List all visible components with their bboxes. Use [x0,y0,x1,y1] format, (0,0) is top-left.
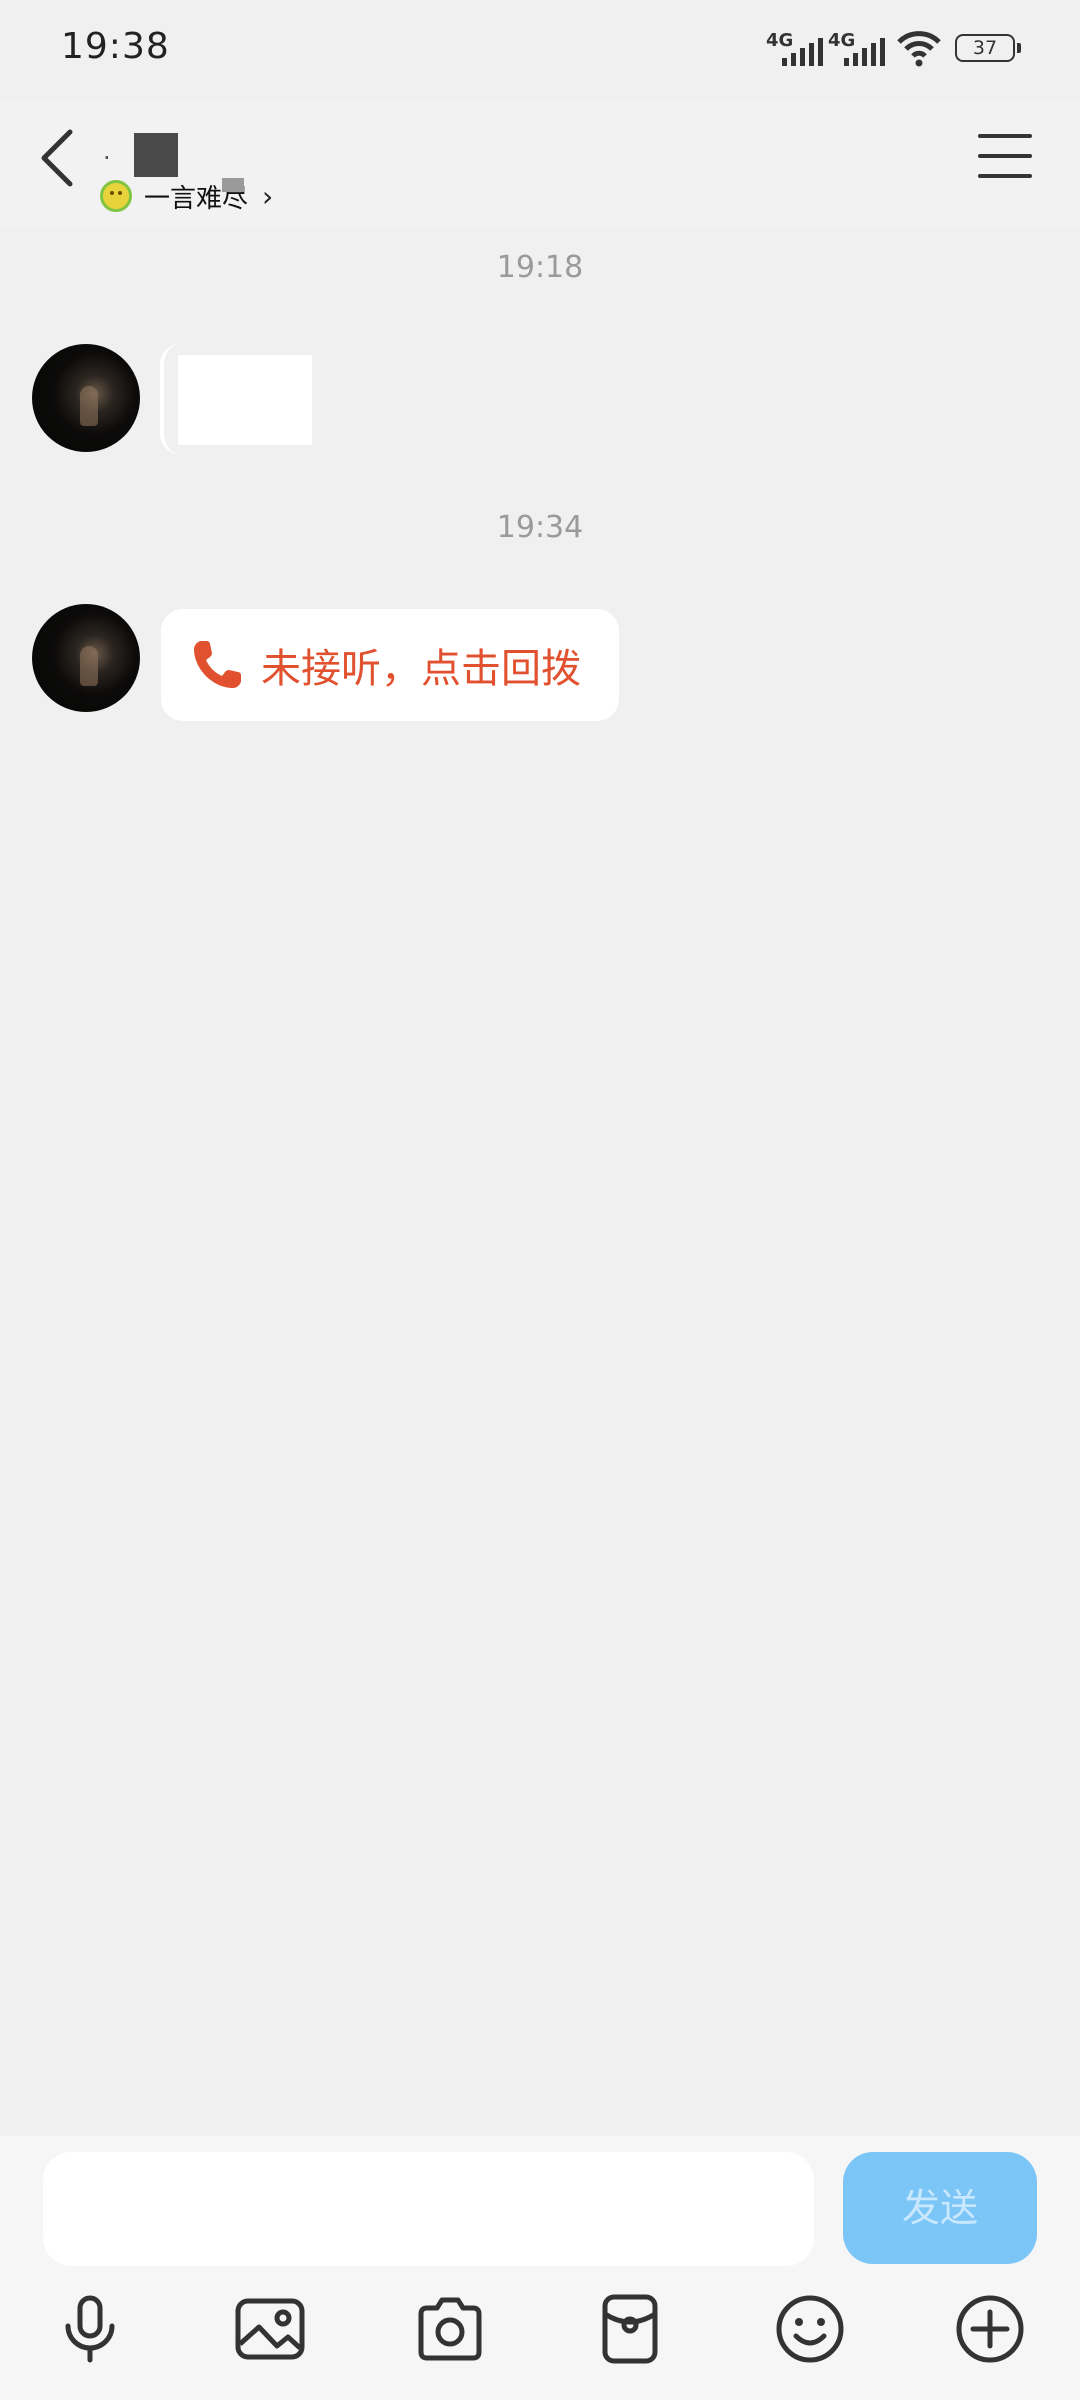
plus-icon[interactable] [953,2292,1027,2366]
input-bar: 发送 [0,2136,1080,2400]
wifi-icon [897,31,941,67]
contact-name[interactable]: · [103,144,111,172]
contact-name-redaction [134,133,178,177]
status-time: 19:38 [61,26,170,67]
smiley-icon [100,180,132,212]
menu-icon[interactable] [978,134,1032,178]
contact-status[interactable]: 一言难尽 › [100,176,273,216]
signal-icon-2: 4G [828,30,885,66]
status-bar: 19:38 4G 4G 37 [0,0,1080,100]
missed-call-text: 未接听，点击回拨 [261,646,581,692]
camera-icon[interactable] [413,2292,487,2366]
battery-indicator: 37 [955,34,1021,62]
send-button[interactable]: 发送 [843,2152,1037,2264]
chat-header: · 一言难尽 › [0,100,1080,226]
red-packet-icon[interactable] [593,2292,667,2366]
avatar[interactable] [32,344,140,452]
phone-icon [194,641,241,688]
image-message[interactable] [178,355,312,445]
image-message-bubble[interactable] [160,344,180,454]
message-input[interactable] [43,2152,814,2266]
emoji-icon[interactable] [773,2292,847,2366]
missed-call-bubble[interactable]: 未接听，点击回拨 [161,609,619,721]
avatar[interactable] [32,604,140,712]
status-redaction [222,178,244,192]
microphone-icon[interactable] [53,2292,127,2366]
back-arrow-icon[interactable] [36,128,80,188]
image-icon[interactable] [233,2292,307,2366]
timestamp: 19:18 [496,250,584,285]
timestamp: 19:34 [496,510,584,545]
chevron-right-icon: › [262,179,274,213]
signal-icon: 4G [766,30,823,66]
